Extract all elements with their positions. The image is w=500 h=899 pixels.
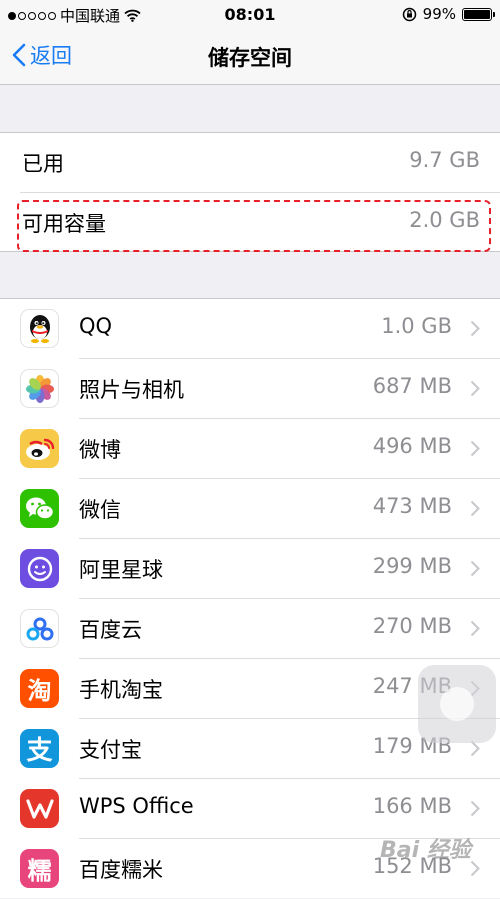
weibo-icon (20, 429, 59, 468)
wps-icon (20, 789, 59, 828)
chevron-right-icon (470, 320, 480, 337)
taobao-icon: 淘 (20, 669, 59, 708)
app-name: 照片与相机 (79, 378, 184, 402)
app-size: 166 MB (372, 794, 452, 818)
status-bar: 中国联通 08:01 99% (0, 0, 500, 28)
app-name: 微信 (79, 498, 121, 522)
nuomi-glyph: 糯 (27, 857, 52, 885)
assistive-touch-dot (440, 687, 474, 721)
app-list: QQ 1.0 GB 照片与相机 687 MB 微博 496 MB 微信 473 … (0, 298, 500, 898)
chevron-right-icon (470, 440, 480, 457)
used-value: 9.7 GB (409, 148, 480, 172)
app-name: 百度云 (79, 618, 142, 642)
app-row-wps[interactable]: WPS Office 166 MB (0, 779, 500, 839)
app-name: 百度糯米 (79, 858, 163, 882)
chevron-right-icon (470, 380, 480, 397)
app-row-qq[interactable]: QQ 1.0 GB (0, 299, 500, 359)
used-label: 已用 (22, 152, 64, 176)
nav-bar: 返回 储存空间 (0, 28, 500, 85)
assistive-touch-button[interactable] (418, 665, 496, 743)
chevron-right-icon (470, 620, 480, 637)
status-right: 99% (402, 5, 495, 23)
app-name: 手机淘宝 (79, 678, 163, 702)
battery-percent: 99% (422, 5, 456, 23)
app-size: 299 MB (372, 554, 452, 578)
alipay-glyph: 支 (26, 736, 53, 766)
app-size: 1.0 GB (381, 314, 452, 338)
highlight-box (17, 200, 491, 252)
app-name: 微博 (79, 438, 121, 462)
used-row: 已用 9.7 GB (0, 133, 500, 193)
page-title: 储存空间 (208, 46, 292, 70)
qq-icon (20, 309, 59, 348)
battery-icon (462, 7, 495, 21)
app-size: 270 MB (372, 614, 452, 638)
baidu-cloud-icon (20, 609, 59, 648)
photos-icon (20, 369, 59, 408)
app-size: 687 MB (372, 374, 452, 398)
rotation-lock-icon (402, 7, 416, 21)
app-row-baidu-cloud[interactable]: 百度云 270 MB (0, 599, 500, 659)
wechat-icon (20, 489, 59, 528)
app-row-photos[interactable]: 照片与相机 687 MB (0, 359, 500, 419)
chevron-right-icon (470, 500, 480, 517)
app-size: 496 MB (372, 434, 452, 458)
chevron-right-icon (470, 560, 480, 577)
app-name: 支付宝 (79, 738, 142, 762)
app-row-weibo[interactable]: 微博 496 MB (0, 419, 500, 479)
app-name: 阿里星球 (79, 558, 163, 582)
chevron-right-icon (470, 860, 480, 877)
watermark: Bai 经验 (380, 838, 471, 863)
chevron-right-icon (470, 800, 480, 817)
taobao-glyph: 淘 (27, 677, 52, 705)
app-name: WPS Office (79, 794, 194, 818)
app-size: 473 MB (372, 494, 452, 518)
ali-planet-icon (20, 549, 59, 588)
app-row-wechat[interactable]: 微信 473 MB (0, 479, 500, 539)
app-name: QQ (79, 314, 113, 338)
app-row-ali-planet[interactable]: 阿里星球 299 MB (0, 539, 500, 599)
alipay-icon: 支 (20, 729, 59, 768)
baidu-nuomi-icon: 糯 (20, 849, 59, 888)
